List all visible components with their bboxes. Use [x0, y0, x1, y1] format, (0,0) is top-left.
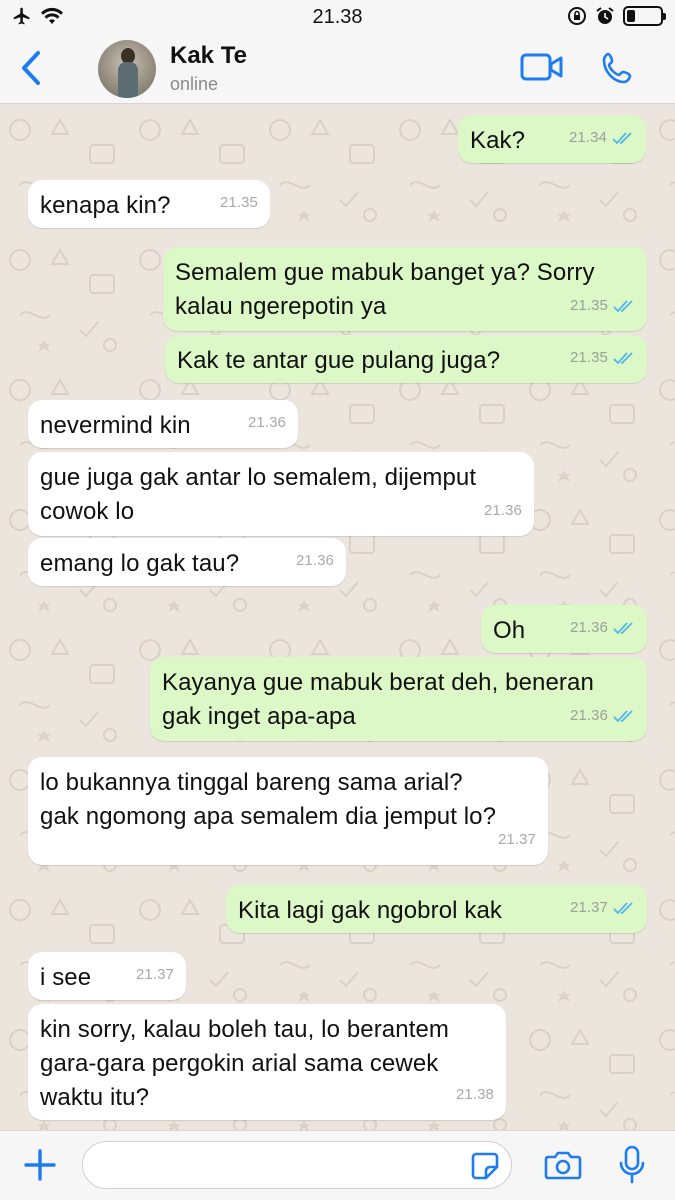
message-text: Kayanya gue mabuk berat deh, beneran gak… [162, 669, 594, 730]
alarm-icon [596, 7, 614, 24]
message-meta: 21.37 [136, 958, 174, 992]
status-bar: 21.38 [0, 0, 675, 34]
contact-status: online [170, 74, 219, 94]
message-time: 21.38 [455, 1086, 494, 1103]
message-meta: 21.36 [570, 699, 635, 733]
read-receipt-icon [613, 710, 633, 723]
message-time: 21.35 [569, 297, 608, 314]
phone-call-icon[interactable] [600, 50, 636, 86]
message-text: Kak? [470, 127, 526, 154]
plus-icon[interactable] [22, 1147, 58, 1183]
message-incoming[interactable]: nevermind kin 21.36 [28, 400, 298, 448]
message-text: emang lo gak tau? [40, 550, 240, 577]
camera-icon[interactable] [544, 1149, 582, 1181]
avatar-body [118, 62, 138, 98]
message-time: 21.36 [569, 619, 608, 636]
chat-area: Kak? 21.34 kenapa kin? 21.35 Semalem gue… [0, 105, 675, 1130]
message-text: Kak te antar gue pulang juga? [177, 347, 501, 374]
message-meta: 21.35 [570, 341, 635, 375]
message-time: 21.36 [483, 502, 522, 519]
message-time: 21.36 [295, 552, 334, 569]
microphone-icon[interactable] [618, 1145, 646, 1185]
message-incoming[interactable]: gue juga gak antar lo semalem, dijemput … [28, 452, 534, 536]
read-receipt-icon [613, 300, 633, 313]
message-time: 21.36 [247, 414, 286, 431]
message-incoming[interactable]: emang lo gak tau? 21.36 [28, 538, 346, 586]
message-text: nevermind kin [40, 412, 191, 439]
message-meta: 21.36 [248, 406, 286, 440]
message-meta: 21.35 [220, 186, 258, 220]
message-incoming[interactable]: i see 21.37 [28, 952, 186, 1000]
message-incoming[interactable]: kin sorry, kalau boleh tau, lo berantem … [28, 1004, 506, 1120]
sticker-icon[interactable] [470, 1151, 500, 1181]
message-outgoing[interactable]: Kak te antar gue pulang juga? 21.35 [165, 335, 647, 383]
read-receipt-icon [613, 622, 633, 635]
message-meta: 21.36 [570, 611, 635, 645]
message-text: i see [40, 964, 92, 991]
message-meta: 21.34 [569, 121, 634, 155]
orientation-lock-icon [568, 7, 586, 25]
message-time: 21.35 [569, 349, 608, 366]
message-outgoing[interactable]: Kita lagi gak ngobrol kak 21.37 [226, 885, 647, 933]
message-text: Kita lagi gak ngobrol kak [238, 897, 502, 924]
message-outgoing[interactable]: Kayanya gue mabuk berat deh, beneran gak… [150, 657, 647, 741]
message-time: 21.35 [219, 194, 258, 211]
message-input-bar [0, 1130, 675, 1200]
message-input[interactable] [82, 1141, 512, 1189]
message-time: 21.37 [569, 899, 608, 916]
read-receipt-icon [612, 132, 632, 145]
message-text: Oh [493, 617, 526, 644]
message-time: 21.34 [568, 129, 607, 146]
message-text: gue juga gak antar lo semalem, dijemput … [40, 464, 477, 525]
message-time: 21.36 [569, 707, 608, 724]
message-incoming[interactable]: kenapa kin? 21.35 [28, 180, 270, 228]
read-receipt-icon [613, 352, 633, 365]
message-meta: 21.36 [484, 494, 522, 528]
message-meta: 21.37 [498, 823, 536, 857]
message-text: kin sorry, kalau boleh tau, lo berantem … [40, 1016, 450, 1111]
read-receipt-icon [613, 902, 633, 915]
message-outgoing[interactable]: Oh 21.36 [481, 605, 647, 653]
message-text: kenapa kin? [40, 192, 171, 219]
chat-header: Kak Te online [0, 34, 675, 104]
message-text: Semalem gue mabuk banget ya? Sorry kalau… [175, 259, 595, 320]
message-time: 21.37 [497, 831, 536, 848]
message-text: lo bukannya tinggal bareng sama arial? g… [40, 769, 497, 830]
message-meta: 21.35 [570, 289, 635, 323]
video-call-icon[interactable] [520, 52, 564, 82]
battery-icon [623, 6, 666, 26]
message-outgoing[interactable]: Kak? 21.34 [458, 115, 646, 163]
message-meta: 21.37 [570, 891, 635, 925]
back-chevron-icon[interactable] [16, 48, 48, 88]
message-incoming[interactable]: lo bukannya tinggal bareng sama arial? g… [28, 757, 548, 865]
battery-level [627, 10, 635, 22]
message-meta: 21.38 [456, 1078, 494, 1112]
message-time: 21.37 [135, 966, 174, 983]
message-outgoing[interactable]: Semalem gue mabuk banget ya? Sorry kalau… [163, 247, 647, 331]
message-meta: 21.36 [296, 544, 334, 578]
avatar[interactable] [98, 40, 156, 98]
contact-name[interactable]: Kak Te [170, 42, 247, 70]
status-right [567, 6, 666, 26]
